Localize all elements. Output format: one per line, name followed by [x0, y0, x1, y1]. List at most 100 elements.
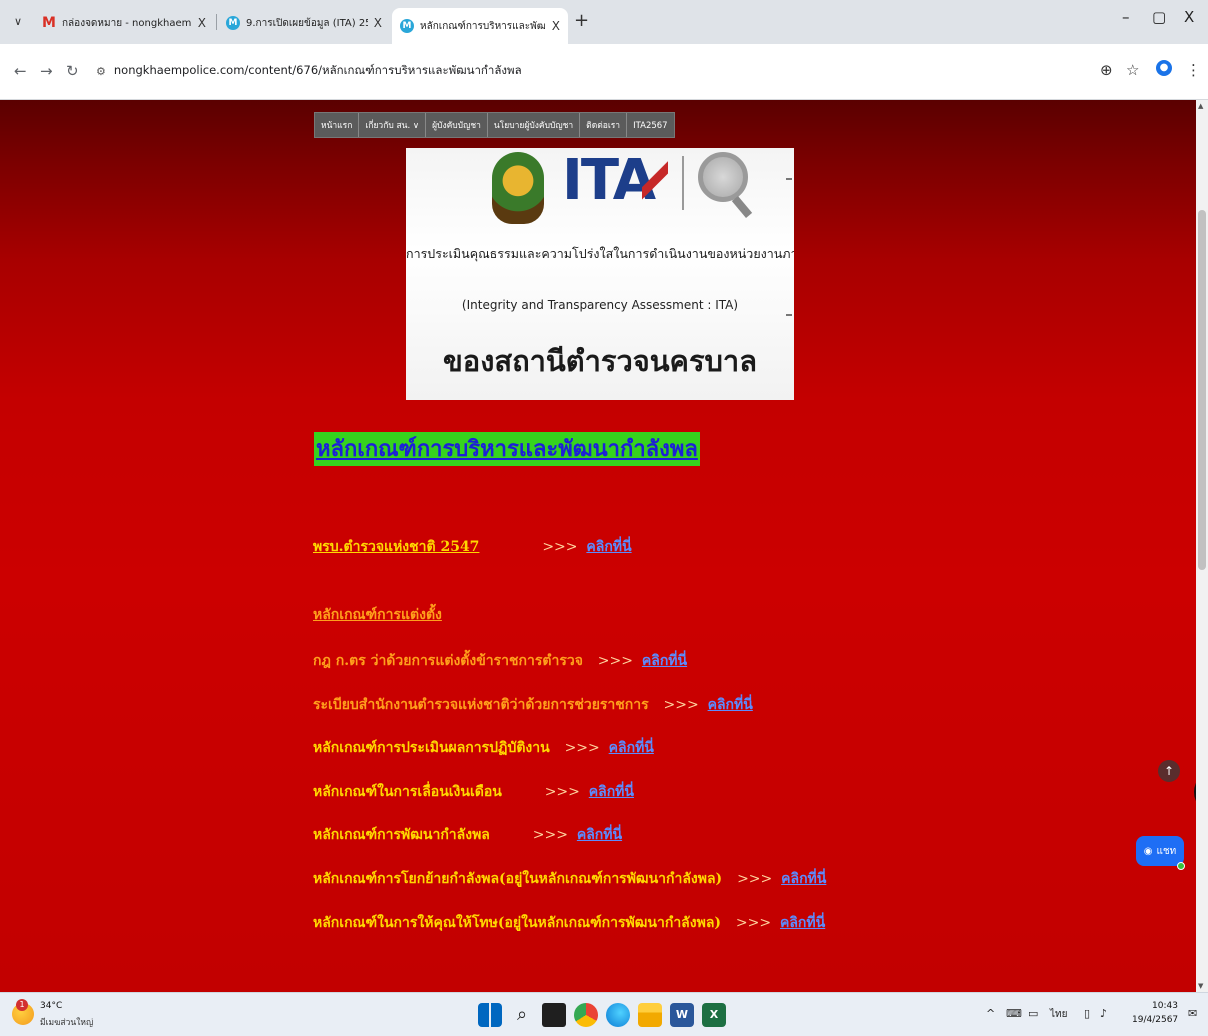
- tab-active-page[interactable]: M หลักเกณฑ์การบริหารและพัฒนากำลังพ X: [392, 8, 568, 44]
- section-heading-label[interactable]: หลักเกณฑ์การแต่งตั้ง: [313, 607, 442, 623]
- list-item: หลักเกณฑ์การประเมินผลการปฏิบัติงาน >>> ค…: [313, 737, 654, 759]
- language-indicator[interactable]: ไทย: [1050, 1007, 1067, 1022]
- close-window-button[interactable]: X: [1184, 8, 1194, 26]
- tab-separator: [216, 14, 217, 30]
- tab-strip: ∨ M กล่องจดหมาย - nongkhaem05.d X M 9.กา…: [0, 0, 1208, 44]
- word-icon[interactable]: W: [670, 1003, 694, 1027]
- online-status-dot: [1177, 862, 1185, 870]
- forward-arrow-icon[interactable]: →: [40, 62, 53, 80]
- chat-label: แชท: [1156, 845, 1177, 857]
- magnifier-handle: [731, 196, 753, 218]
- banner-thai-heading: การประเมินคุณธรรมและความโปร่งใสในการดำเน…: [406, 246, 794, 261]
- click-here-link[interactable]: คลิกที่นี่: [708, 697, 753, 713]
- list-item: หลักเกณฑ์ในการเลื่อนเงินเดือน >>> คลิกที…: [313, 781, 634, 803]
- windows-taskbar: 1 34°C มีเมฆส่วนใหญ่ ⌕ W X ^ ⌨ ▭ ไทย ▯ ♪…: [0, 992, 1208, 1036]
- list-item-label: หลักเกณฑ์ในการให้คุณให้โทษ(อยู่ในหลักเกณ…: [313, 915, 722, 931]
- edge-icon[interactable]: [606, 1003, 630, 1027]
- banner-station-name: ของสถานีตำรวจนครบาล: [442, 344, 757, 378]
- arrow-marker: >>>: [544, 784, 580, 800]
- file-explorer-icon[interactable]: [638, 1003, 662, 1027]
- scroll-to-top-button[interactable]: ↑: [1158, 760, 1180, 782]
- click-here-link[interactable]: คลิกที่นี่: [586, 539, 631, 555]
- chrome-icon[interactable]: [574, 1003, 598, 1027]
- tab-title: หลักเกณฑ์การบริหารและพัฒนากำลังพ: [420, 20, 546, 32]
- police-seal-icon: [492, 152, 544, 224]
- windows-start-icon[interactable]: [478, 1003, 502, 1027]
- tab-gmail[interactable]: M กล่องจดหมาย - nongkhaem05.d X: [34, 8, 214, 38]
- browser-toolbar: ← → ↻ ⚙ nongkhaempolice.com/content/676/…: [0, 44, 1208, 100]
- arrow-marker: >>>: [532, 827, 568, 843]
- weather-badge: 1: [16, 999, 28, 1011]
- decorative-line: [786, 314, 792, 316]
- click-here-link[interactable]: คลิกที่นี่: [780, 915, 825, 931]
- nav-home[interactable]: หน้าแรก: [315, 113, 360, 137]
- vertical-scrollbar[interactable]: ▲ ▼: [1196, 100, 1208, 992]
- display-icon[interactable]: ▭: [1028, 1007, 1038, 1020]
- list-item: กฎ ก.ตร ว่าด้วยการแต่งตั้งข้าราชการตำรวจ…: [313, 650, 687, 672]
- menu-kebab-icon[interactable]: ⋮: [1186, 61, 1201, 79]
- banner-english-heading: (Integrity and Transparency Assessment :…: [461, 298, 739, 312]
- arrow-marker: >>>: [663, 697, 699, 713]
- excel-icon[interactable]: X: [702, 1003, 726, 1027]
- weather-temperature: 34°C: [40, 1001, 63, 1011]
- scrollbar-thumb[interactable]: [1198, 210, 1206, 570]
- new-tab-button[interactable]: +: [574, 10, 589, 31]
- volume-icon[interactable]: ♪: [1100, 1007, 1107, 1020]
- click-here-link[interactable]: คลิกที่นี่: [609, 740, 654, 756]
- minimize-button[interactable]: –: [1122, 8, 1130, 26]
- messenger-chat-button[interactable]: ◉ แชท: [1136, 836, 1184, 866]
- close-tab-icon[interactable]: X: [552, 19, 560, 33]
- page-content: หน้าแรก เกี่ยวกับ สน. ∨ ผู้บังคับบัญชา น…: [0, 100, 1196, 992]
- nav-about-dropdown[interactable]: เกี่ยวกับ สน. ∨: [359, 113, 427, 137]
- logo-divider: [682, 156, 684, 210]
- law-link-label[interactable]: พรบ.ตำรวจแห่งชาติ 2547: [313, 539, 479, 555]
- list-item-label: หลักเกณฑ์ในการเลื่อนเงินเดือน: [313, 784, 502, 800]
- law-row: พรบ.ตำรวจแห่งชาติ 2547 >>> คลิกที่นี่: [313, 536, 632, 558]
- bookmark-star-icon[interactable]: ☆: [1126, 61, 1139, 79]
- arrow-marker: >>>: [735, 915, 772, 931]
- back-arrow-icon[interactable]: ←: [14, 62, 27, 80]
- scroll-up-arrow-icon[interactable]: ▲: [1198, 102, 1203, 110]
- address-bar[interactable]: ⚙ nongkhaempolice.com/content/676/หลักเก…: [96, 57, 1096, 85]
- click-here-link[interactable]: คลิกที่นี่: [642, 653, 687, 669]
- close-tab-icon[interactable]: X: [374, 16, 382, 30]
- profile-avatar-icon[interactable]: ●: [1156, 60, 1172, 76]
- click-here-link[interactable]: คลิกที่นี่: [781, 871, 826, 887]
- m-logo-icon: M: [400, 19, 414, 33]
- close-tab-icon[interactable]: X: [198, 16, 206, 30]
- keyboard-icon[interactable]: ⌨: [1006, 1007, 1022, 1020]
- restore-button[interactable]: ▢: [1152, 8, 1166, 26]
- task-view-icon[interactable]: [542, 1003, 566, 1027]
- clock-date[interactable]: 19/4/2567: [1132, 1015, 1178, 1025]
- m-logo-icon: M: [226, 16, 240, 30]
- nav-commander-policy[interactable]: นโยบายผู้บังคับบัญชา: [488, 113, 581, 137]
- ita-banner-image: ITA การประเมินคุณธรรมและความโปร่งใสในการ…: [406, 148, 794, 400]
- zoom-icon[interactable]: ⊕: [1100, 61, 1113, 79]
- arrow-marker: >>>: [737, 871, 773, 887]
- tab-search-chevron-icon[interactable]: ∨: [8, 12, 28, 32]
- site-info-icon[interactable]: ⚙: [96, 65, 106, 78]
- nav-contact[interactable]: ติดต่อเรา: [580, 113, 628, 137]
- list-item-label: กฎ ก.ตร ว่าด้วยการแต่งตั้งข้าราชการตำรวจ: [313, 653, 583, 669]
- tab-ita-2567[interactable]: M 9.การเปิดเผยข้อมูล (ITA) 2567 - n X: [218, 8, 390, 38]
- scroll-down-arrow-icon[interactable]: ▼: [1198, 982, 1203, 990]
- nav-commanders[interactable]: ผู้บังคับบัญชา: [426, 113, 488, 137]
- network-icon[interactable]: ▯: [1084, 1007, 1090, 1020]
- tab-title: กล่องจดหมาย - nongkhaem05.d: [62, 17, 192, 29]
- search-icon[interactable]: ⌕: [510, 1003, 534, 1027]
- decorative-line: [786, 178, 792, 180]
- list-item-label: หลักเกณฑ์การพัฒนากำลังพล: [313, 827, 490, 843]
- reload-icon[interactable]: ↻: [66, 62, 79, 80]
- arrow-marker: >>>: [542, 539, 578, 555]
- messenger-icon: ◉: [1143, 845, 1153, 857]
- ita-logo-stripe: [642, 154, 668, 210]
- click-here-link[interactable]: คลิกที่นี่: [577, 827, 622, 843]
- list-item: หลักเกณฑ์การพัฒนากำลังพล >>> คลิกที่นี่: [313, 824, 622, 846]
- tray-chevron-up-icon[interactable]: ^: [986, 1007, 995, 1020]
- nav-ita2567[interactable]: ITA2567: [627, 113, 674, 137]
- notification-icon[interactable]: ✉: [1188, 1007, 1197, 1020]
- ita-logo: ITA: [562, 148, 656, 213]
- clock-time[interactable]: 10:43: [1152, 1001, 1178, 1011]
- click-here-link[interactable]: คลิกที่นี่: [589, 784, 634, 800]
- list-item-label: หลักเกณฑ์การประเมินผลการปฏิบัติงาน: [313, 740, 550, 756]
